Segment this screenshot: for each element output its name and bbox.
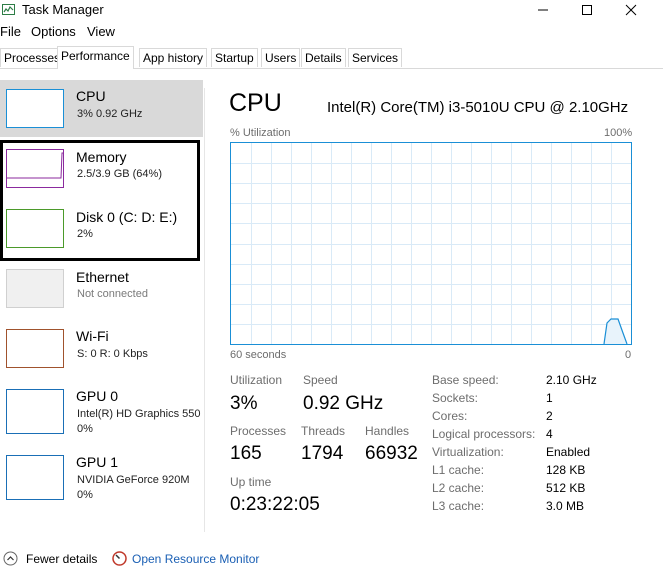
- wifi-thumbnail-graph: [6, 329, 64, 368]
- utilization-value: 3%: [230, 393, 258, 414]
- minimize-icon: [538, 9, 548, 11]
- resource-monitor-icon: [112, 551, 127, 566]
- spec-key: Virtualization:: [432, 445, 504, 459]
- task-manager-icon: [2, 4, 15, 15]
- spec-value: 2: [546, 409, 553, 423]
- sidebar-item-wifi[interactable]: Wi-Fi S: 0 R: 0 Kbps: [0, 320, 203, 378]
- graph-y-label: % Utilization: [230, 127, 291, 139]
- utilization-label: Utilization: [230, 373, 283, 387]
- close-icon: [625, 4, 637, 16]
- cpu-thumbnail-graph: [6, 89, 64, 128]
- tab-processes[interactable]: Processes: [0, 48, 65, 67]
- sidebar-item-usage: 0%: [77, 489, 93, 501]
- pane-divider: [204, 88, 205, 532]
- tab-performance[interactable]: Performance: [57, 46, 134, 69]
- spec-key: L3 cache:: [432, 499, 485, 513]
- graph-y-max-label: 100%: [604, 127, 633, 139]
- spec-value: 3.0 MB: [546, 499, 585, 513]
- title-bar: Task Manager: [0, 0, 663, 22]
- footer-bar: Fewer details Open Resource Monitor: [0, 548, 663, 572]
- sidebar-item-title: GPU 1: [76, 454, 119, 470]
- gpu1-thumbnail-graph: [6, 455, 64, 500]
- menu-view[interactable]: View: [87, 24, 115, 39]
- spec-value: 512 KB: [546, 481, 586, 495]
- open-resource-monitor-link[interactable]: Open Resource Monitor: [132, 552, 259, 566]
- spec-key: Cores:: [432, 409, 468, 423]
- sidebar-item-cpu[interactable]: CPU 3% 0.92 GHz: [0, 80, 203, 137]
- menu-options[interactable]: Options: [31, 24, 76, 39]
- ethernet-thumbnail-graph: [6, 269, 64, 308]
- sidebar-item-gpu0[interactable]: GPU 0 Intel(R) HD Graphics 550 0%: [0, 380, 203, 444]
- annotation-highlight-box: [0, 140, 200, 261]
- graph-x-label: 60 seconds: [230, 349, 287, 361]
- tab-details[interactable]: Details: [301, 48, 346, 67]
- spec-key: Logical processors:: [432, 427, 536, 441]
- sidebar-item-title: Wi-Fi: [76, 328, 109, 344]
- spec-key: L1 cache:: [432, 463, 485, 477]
- handles-value: 66932: [365, 443, 418, 464]
- maximize-icon: [582, 5, 592, 15]
- sidebar-item-ethernet[interactable]: Ethernet Not connected: [0, 260, 203, 318]
- tab-startup[interactable]: Startup: [211, 48, 258, 67]
- sidebar-item-title: CPU: [76, 88, 106, 104]
- handles-label: Handles: [365, 424, 410, 438]
- spec-value: 1: [546, 391, 553, 405]
- sidebar-item-usage: 0%: [77, 423, 93, 435]
- processes-value: 165: [230, 443, 262, 464]
- maximize-button[interactable]: [565, 0, 609, 20]
- sidebar-item-gpu1[interactable]: GPU 1 NVIDIA GeForce 920M 0%: [0, 446, 203, 510]
- speed-label: Speed: [303, 373, 338, 387]
- spec-key: Sockets:: [432, 391, 479, 405]
- spec-value: 4: [546, 427, 553, 441]
- tab-services[interactable]: Services: [348, 48, 403, 67]
- spec-key: Base speed:: [432, 373, 499, 387]
- tab-strip: Processes Performance App history Startu…: [0, 46, 663, 69]
- fewer-details-button[interactable]: Fewer details: [26, 552, 97, 566]
- spec-key: L2 cache:: [432, 481, 485, 495]
- threads-label: Threads: [301, 424, 346, 438]
- menu-file[interactable]: File: [0, 24, 21, 39]
- window-title: Task Manager: [22, 2, 104, 17]
- sidebar-item-subtitle: Intel(R) HD Graphics 550: [77, 408, 201, 420]
- graph-x-min-label: 0: [625, 349, 632, 361]
- tab-users[interactable]: Users: [261, 48, 301, 67]
- threads-value: 1794: [301, 443, 344, 464]
- uptime-label: Up time: [230, 475, 272, 489]
- sidebar-item-subtitle: NVIDIA GeForce 920M: [77, 474, 190, 486]
- chevron-up-icon[interactable]: [3, 551, 18, 566]
- close-button[interactable]: [609, 0, 653, 20]
- cpu-utilization-graph: [230, 142, 632, 345]
- gpu0-thumbnail-graph: [6, 389, 64, 434]
- spec-value: Enabled: [546, 445, 591, 459]
- sidebar-item-subtitle: 3% 0.92 GHz: [77, 108, 143, 120]
- spec-value: 2.10 GHz: [546, 373, 597, 387]
- minimize-button[interactable]: [521, 0, 565, 20]
- speed-value: 0.92 GHz: [303, 393, 384, 414]
- page-title: CPU: [229, 89, 282, 117]
- sidebar-item-title: GPU 0: [76, 388, 119, 404]
- processes-label: Processes: [230, 424, 287, 438]
- sidebar-item-subtitle: S: 0 R: 0 Kbps: [77, 348, 148, 360]
- spec-value: 128 KB: [546, 463, 586, 477]
- cpu-model-name: Intel(R) Core(TM) i3-5010U CPU @ 2.10GHz: [327, 99, 629, 116]
- sidebar-item-title: Ethernet: [76, 269, 129, 285]
- sidebar-item-subtitle: Not connected: [77, 288, 148, 300]
- uptime-value: 0:23:22:05: [230, 494, 320, 515]
- tab-app-history[interactable]: App history: [139, 48, 208, 67]
